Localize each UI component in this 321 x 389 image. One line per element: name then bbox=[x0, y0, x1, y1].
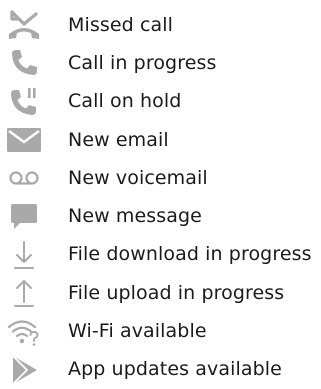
legend-label: File upload in progress bbox=[68, 281, 285, 304]
status-icon-legend: Missed call Call in progress Call on hol… bbox=[0, 6, 321, 389]
wifi-available-icon bbox=[4, 315, 44, 349]
legend-label: New voicemail bbox=[68, 166, 208, 189]
call-on-hold-icon bbox=[4, 85, 44, 119]
missed-call-icon bbox=[4, 8, 44, 42]
call-in-progress-icon bbox=[4, 46, 44, 80]
legend-row-file-download: File download in progress bbox=[0, 236, 321, 274]
legend-row-new-message: New message bbox=[0, 197, 321, 235]
legend-label: Missed call bbox=[68, 13, 174, 36]
legend-row-call-in-progress: Call in progress bbox=[0, 44, 321, 82]
new-message-icon bbox=[4, 200, 44, 234]
legend-row-wifi-available: Wi-Fi available bbox=[0, 312, 321, 350]
legend-row-call-on-hold: Call on hold bbox=[0, 83, 321, 121]
file-upload-icon bbox=[4, 276, 44, 310]
legend-row-new-email: New email bbox=[0, 121, 321, 159]
new-email-icon bbox=[4, 123, 44, 157]
legend-label: New email bbox=[68, 128, 169, 151]
legend-label: Wi-Fi available bbox=[68, 320, 207, 343]
legend-row-file-upload: File upload in progress bbox=[0, 274, 321, 312]
legend-label: Call on hold bbox=[68, 90, 182, 113]
new-voicemail-icon bbox=[4, 161, 44, 195]
legend-row-new-voicemail: New voicemail bbox=[0, 159, 321, 197]
file-download-icon bbox=[4, 238, 44, 272]
legend-row-missed-call: Missed call bbox=[0, 6, 321, 44]
app-updates-icon bbox=[4, 353, 44, 387]
legend-label: App updates available bbox=[68, 358, 282, 381]
legend-label: Call in progress bbox=[68, 51, 217, 74]
legend-label: New message bbox=[68, 205, 202, 228]
legend-label: File download in progress bbox=[68, 243, 312, 266]
legend-row-app-updates: App updates available bbox=[0, 351, 321, 389]
